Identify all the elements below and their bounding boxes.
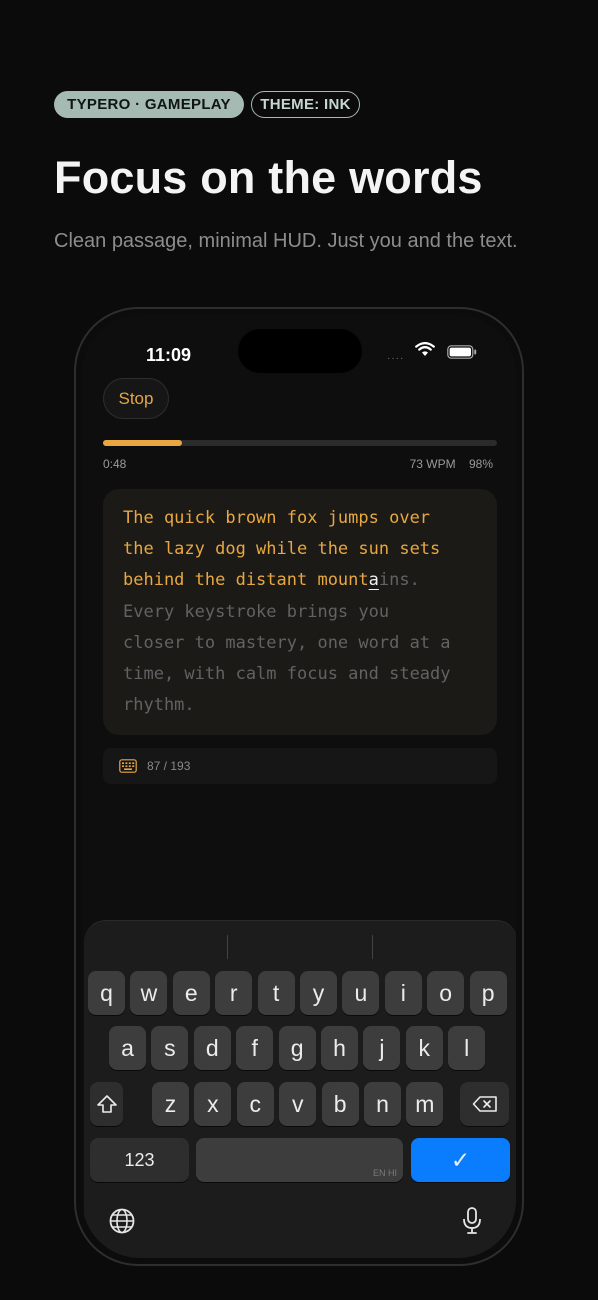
key-u[interactable]: u xyxy=(342,971,380,1015)
remaining-text: ins. Every keystroke brings you closer t… xyxy=(123,570,451,716)
theme-badge: THEME: INK xyxy=(251,91,360,118)
accuracy-stat: 98% xyxy=(468,457,493,471)
phone-frame: 11:09 ···· Stop 0:48 73 WPM 98% The quic… xyxy=(74,307,524,1266)
passage-text: The quick brown fox jumps over the lazy … xyxy=(123,503,477,721)
delete-key[interactable] xyxy=(460,1082,509,1126)
key-n[interactable]: n xyxy=(364,1082,401,1126)
battery-icon xyxy=(447,345,477,359)
key-g[interactable]: g xyxy=(278,1026,316,1070)
space-language-hint: EN HI xyxy=(372,1168,397,1178)
signal-dots-icon: ···· xyxy=(387,353,405,364)
microphone-icon[interactable] xyxy=(460,1206,484,1236)
key-j[interactable]: j xyxy=(363,1026,401,1070)
hud-stats: 73 WPM 98% xyxy=(400,457,493,471)
key-q[interactable]: q xyxy=(88,971,125,1015)
key-r[interactable]: r xyxy=(215,971,253,1015)
phone-screen: 11:09 ···· Stop 0:48 73 WPM 98% The quic… xyxy=(82,315,516,1258)
backspace-icon xyxy=(472,1096,497,1112)
key-x[interactable]: x xyxy=(194,1082,232,1126)
key-z[interactable]: z xyxy=(152,1082,189,1126)
status-time: 11:09 xyxy=(146,345,192,365)
key-i[interactable]: i xyxy=(384,971,422,1015)
wifi-icon xyxy=(415,342,435,356)
key-y[interactable]: y xyxy=(300,971,337,1015)
key-o[interactable]: o xyxy=(427,971,465,1015)
char-counter: 87 / 193 xyxy=(103,748,497,784)
key-l[interactable]: l xyxy=(448,1026,486,1070)
cursor-char: a xyxy=(368,570,379,591)
key-k[interactable]: k xyxy=(405,1026,443,1070)
key-f[interactable]: f xyxy=(236,1026,274,1070)
page-title: Focus on the words xyxy=(54,152,483,203)
suggestion-divider xyxy=(227,935,228,959)
keyboard-icon xyxy=(119,759,137,773)
key-c[interactable]: c xyxy=(236,1082,274,1126)
key-s[interactable]: s xyxy=(151,1026,189,1070)
key-d[interactable]: d xyxy=(193,1026,231,1070)
numbers-key[interactable]: 123 xyxy=(90,1138,189,1182)
passage-card[interactable]: The quick brown fox jumps over the lazy … xyxy=(103,489,497,735)
shift-icon xyxy=(96,1095,117,1113)
stop-button[interactable]: Stop xyxy=(103,378,169,419)
key-h[interactable]: h xyxy=(321,1026,358,1070)
key-v[interactable]: v xyxy=(279,1082,317,1126)
elapsed-time: 0:48 xyxy=(103,457,127,471)
wpm-stat: 73 WPM xyxy=(409,457,456,471)
key-e[interactable]: e xyxy=(172,971,210,1015)
key-m[interactable]: m xyxy=(406,1082,444,1126)
key-t[interactable]: t xyxy=(257,971,295,1015)
key-p[interactable]: p xyxy=(469,971,507,1015)
progress-fill xyxy=(103,440,182,446)
suggestion-divider xyxy=(372,935,373,959)
page-subtitle: Clean passage, minimal HUD. Just you and… xyxy=(54,230,518,252)
key-b[interactable]: b xyxy=(321,1082,359,1126)
app-badge: TYPERO · GAMEPLAY xyxy=(54,91,244,118)
char-count: 87 / 193 xyxy=(147,759,191,773)
space-key[interactable]: EN HI xyxy=(196,1138,403,1182)
return-key[interactable]: ✓ xyxy=(411,1138,510,1182)
key-a[interactable]: a xyxy=(109,1026,146,1070)
dynamic-island xyxy=(238,329,362,373)
progress-bar xyxy=(103,440,497,446)
onscreen-keyboard: 123 EN HI ✓ qwertyuiop asdfghjkl zxcvbnm xyxy=(84,920,516,1258)
shift-key[interactable] xyxy=(90,1082,123,1126)
globe-icon[interactable] xyxy=(108,1207,136,1235)
key-w[interactable]: w xyxy=(130,971,168,1015)
